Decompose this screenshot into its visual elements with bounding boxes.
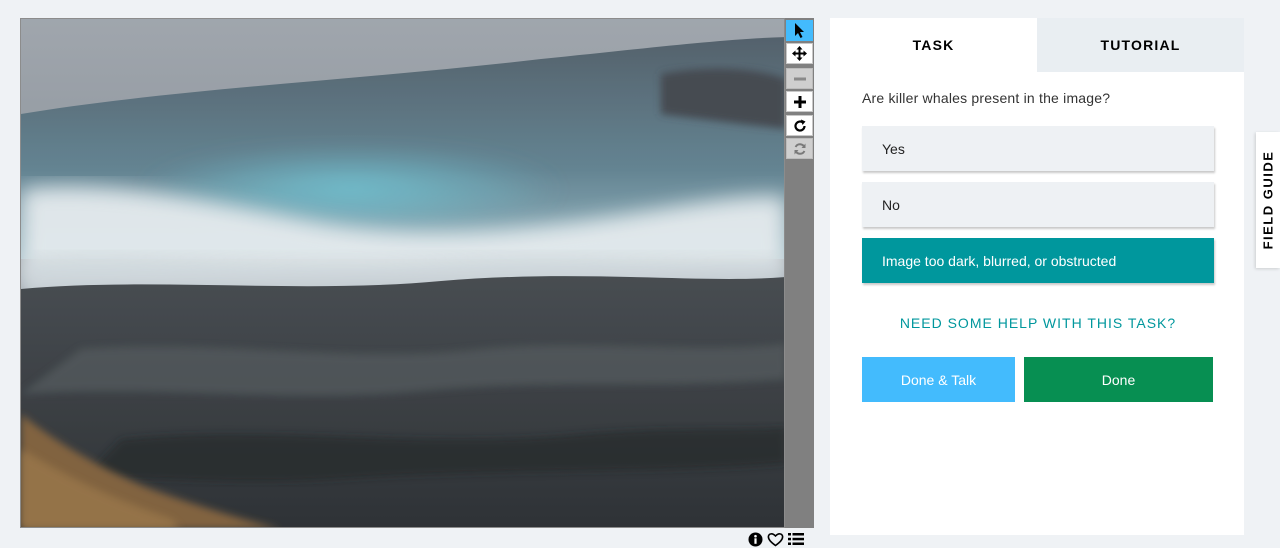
viewer-toolbar [785, 18, 814, 528]
field-guide-tab[interactable]: FIELD GUIDE [1256, 132, 1280, 268]
answer-label: Image too dark, blurred, or obstructed [882, 252, 1117, 269]
task-question: Are killer whales present in the image? [862, 90, 1111, 106]
answer-label: No [882, 196, 900, 213]
done-button[interactable]: Done [1024, 357, 1213, 402]
zoom-in-button[interactable] [786, 91, 813, 112]
answer-no[interactable]: No [862, 182, 1214, 227]
refresh-icon [794, 142, 805, 155]
rotate-icon [793, 119, 806, 132]
task-panel: TASK TUTORIAL Are killer whales present … [830, 18, 1244, 535]
task-tabs: TASK TUTORIAL [830, 18, 1244, 72]
list-icon [788, 533, 804, 545]
done-and-talk-button[interactable]: Done & Talk [862, 357, 1015, 402]
annotate-tool-button[interactable] [786, 20, 813, 41]
tab-tutorial[interactable]: TUTORIAL [1037, 18, 1244, 72]
reset-view-button[interactable] [786, 138, 813, 159]
move-icon [792, 46, 807, 61]
info-button[interactable] [748, 532, 763, 547]
help-link[interactable]: NEED SOME HELP WITH THIS TASK? [862, 315, 1214, 331]
tab-task[interactable]: TASK [830, 18, 1037, 72]
info-icon [748, 532, 763, 546]
collections-button[interactable] [788, 532, 804, 546]
plus-icon [793, 95, 806, 108]
heart-icon [767, 532, 784, 546]
pan-tool-button[interactable] [786, 43, 813, 64]
zoom-out-button[interactable] [786, 68, 813, 89]
pointer-icon [794, 23, 804, 38]
answer-image-obstructed[interactable]: Image too dark, blurred, or obstructed [862, 238, 1214, 283]
field-guide-label: FIELD GUIDE [1260, 150, 1276, 250]
answer-yes[interactable]: Yes [862, 126, 1214, 171]
rotate-button[interactable] [786, 115, 813, 136]
favorite-button[interactable] [767, 532, 784, 547]
answer-label: Yes [882, 140, 905, 157]
stormy-sea-photo [21, 19, 784, 527]
minus-icon [793, 77, 806, 80]
subject-image[interactable] [20, 18, 785, 528]
subject-meta-bar [748, 530, 818, 548]
